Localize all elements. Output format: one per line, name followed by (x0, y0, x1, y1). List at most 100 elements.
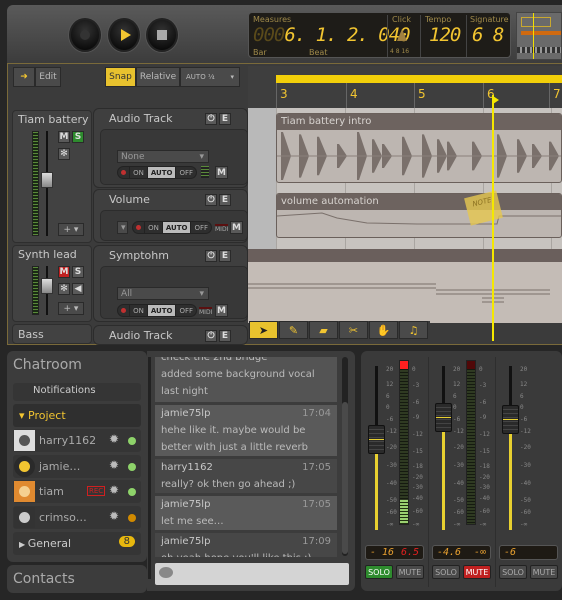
input-dropdown[interactable]: None ▾ (117, 150, 209, 163)
automation-mode[interactable]: ON AUTO OFF (117, 166, 197, 179)
user-row[interactable]: tiam REC ✹ (13, 480, 141, 503)
gear-icon[interactable]: ✹ (109, 483, 119, 497)
stop-button[interactable] (146, 18, 178, 52)
fader-handle[interactable] (41, 278, 53, 294)
fader-handle[interactable] (435, 403, 452, 432)
fader-handle[interactable] (41, 172, 53, 188)
gear-icon[interactable]: ✹ (109, 458, 119, 472)
scale-label: -6 (386, 416, 394, 423)
add-device-button[interactable]: + ▾ (58, 302, 84, 315)
snap-button[interactable]: Snap (105, 67, 136, 87)
track-name[interactable]: Bass (18, 328, 44, 341)
track-name[interactable]: Synth lead (18, 248, 77, 261)
gain-display[interactable]: -6 (499, 545, 558, 560)
power-button[interactable]: ⏻ (205, 113, 217, 125)
general-group[interactable]: ▶ General 8 (13, 532, 141, 555)
relative-button[interactable]: Relative (136, 67, 180, 87)
freeze-button[interactable]: ✻ (58, 283, 70, 295)
tool-pointer-button[interactable]: ➤ (249, 321, 278, 339)
tool-hand-button[interactable]: ✋ (369, 321, 398, 339)
mute-button[interactable]: M (58, 131, 70, 143)
contacts-panel[interactable]: Contacts (7, 565, 147, 593)
mute-button[interactable]: MUTE (396, 565, 424, 579)
message-time: 17:04 (302, 408, 331, 419)
loop-range[interactable] (276, 75, 562, 83)
solo-button[interactable]: SOLO (365, 565, 393, 579)
chevron-down-icon: ▾ (121, 222, 126, 233)
monitor-m-button[interactable]: M (215, 304, 228, 317)
edit-device-button[interactable]: E (219, 113, 231, 125)
gear-icon[interactable]: ✹ (109, 509, 119, 523)
notifications-tab[interactable]: Notifications (13, 383, 141, 401)
ruler-mark: 3 (280, 87, 288, 101)
mute-button[interactable]: M (58, 266, 70, 278)
solo-button[interactable]: SOLO (499, 565, 527, 579)
tool-pencil-button[interactable]: ✎ (279, 321, 308, 339)
auto-on-button[interactable]: ON (129, 305, 147, 316)
chat-scrollbar[interactable] (342, 357, 348, 556)
quantize-dropdown[interactable]: AUTO ¹⁄₄ ▾ (180, 67, 240, 87)
power-button[interactable]: ⏻ (205, 194, 217, 206)
message-time: 17:05 (302, 499, 331, 510)
auto-auto-button[interactable]: AUTO (146, 305, 176, 316)
signature-value[interactable]: 6 8 (472, 24, 504, 46)
user-row[interactable]: crimso… ✹ (13, 505, 141, 529)
monitor-button[interactable]: ◀ (72, 283, 84, 295)
gear-icon[interactable]: ✹ (109, 432, 119, 446)
input-dropdown[interactable]: All ▾ (117, 287, 209, 300)
power-button[interactable]: ⏻ (205, 250, 217, 262)
automation-clip[interactable]: volume automation (276, 193, 562, 238)
auto-off-button[interactable]: OFF (190, 222, 211, 233)
song-overview[interactable] (516, 12, 562, 60)
edit-device-button[interactable]: E (219, 194, 231, 206)
add-device-button[interactable]: + ▾ (58, 223, 84, 236)
chat-text-field[interactable] (177, 565, 342, 583)
auto-off-button[interactable]: OFF (175, 167, 196, 178)
auto-auto-button[interactable]: AUTO (161, 222, 191, 233)
play-button[interactable] (108, 18, 140, 52)
mute-button[interactable]: MUTE (530, 565, 558, 579)
playhead-marker-icon[interactable] (493, 96, 499, 104)
fader-handle[interactable] (502, 405, 519, 434)
auto-auto-button[interactable]: AUTO (146, 167, 176, 178)
monitor-m-button[interactable]: M (215, 166, 228, 179)
tool-scissors-button[interactable]: ✂ (339, 321, 368, 339)
user-row[interactable]: jamie… ✹ (13, 454, 141, 478)
edit-device-button[interactable]: E (219, 250, 231, 262)
automation-mode[interactable]: ON AUTO OFF (132, 221, 212, 234)
fader-handle[interactable] (368, 425, 385, 454)
arrow-flag-button[interactable]: ➜ (13, 67, 35, 87)
audio-clip[interactable]: Tiam battery intro (276, 113, 562, 183)
monitor-m-button[interactable]: M (230, 221, 243, 234)
message-text: let me see… (161, 516, 224, 527)
user-row[interactable]: harry1162 ✹ (13, 429, 141, 452)
solo-button[interactable]: SOLO (432, 565, 460, 579)
auto-on-button[interactable]: ON (129, 167, 147, 178)
click-values[interactable]: 4 8 16 (390, 48, 409, 55)
auto-off-button[interactable]: OFF (175, 305, 196, 316)
edit-button[interactable]: Edit (35, 67, 61, 87)
timeline-ruler[interactable]: 34567 (248, 66, 562, 108)
freeze-button[interactable]: ✻ (58, 148, 70, 160)
tool-music-note-button[interactable]: ♫ (399, 321, 428, 339)
parameter-dropdown[interactable]: ▾ (117, 221, 128, 234)
tempo-value[interactable]: 120 (429, 24, 461, 46)
mute-button[interactable]: MUTE (463, 565, 491, 579)
solo-button[interactable]: S (72, 266, 84, 278)
auto-on-button[interactable]: ON (144, 222, 162, 233)
record-button[interactable] (69, 18, 101, 52)
automation-mode[interactable]: ON AUTO OFF (117, 304, 197, 317)
scale-label: -50 (386, 497, 397, 504)
scale-label: 6 (520, 393, 524, 400)
metronome-icon[interactable] (397, 29, 407, 41)
gain-display[interactable]: -4.6 -∞ (432, 545, 491, 560)
chat-input[interactable] (155, 563, 349, 585)
gain-display[interactable]: - 16 6.5 (365, 545, 424, 560)
power-button[interactable]: ⏻ (205, 330, 217, 342)
project-group[interactable]: ▾ Project (13, 404, 141, 427)
playhead[interactable] (492, 95, 494, 341)
tool-eraser-button[interactable]: ▰ (309, 321, 338, 339)
edit-device-button[interactable]: E (219, 330, 231, 342)
solo-button[interactable]: S (72, 131, 84, 143)
track-name[interactable]: Tiam battery (18, 113, 89, 126)
